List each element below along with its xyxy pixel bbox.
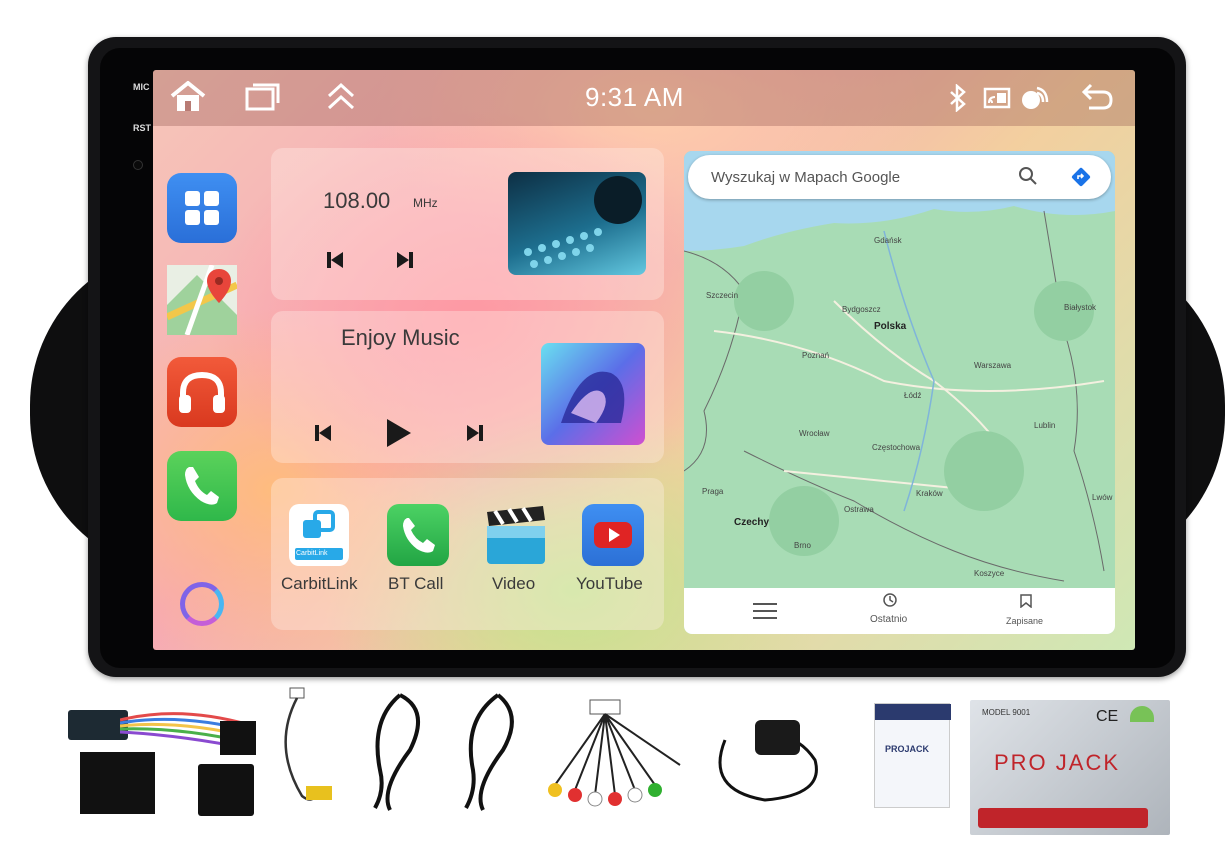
map-label: Częstochowa xyxy=(872,443,921,452)
screen-cast-icon[interactable] xyxy=(983,86,1011,115)
carbitlink-badge: CarbitLink xyxy=(296,550,328,557)
map-label: Łódź xyxy=(904,391,922,400)
map-label: Czechy xyxy=(734,517,770,528)
apps-grid-icon[interactable] xyxy=(167,173,237,243)
rst-label: RST xyxy=(133,123,151,133)
canbus-decoder xyxy=(68,710,128,740)
adapter-module xyxy=(80,752,155,814)
iso-connector xyxy=(198,764,254,816)
map-bottom-nav: Ostatnio Zapisane xyxy=(684,588,1115,634)
nav-saved-label[interactable]: Zapisane xyxy=(1006,616,1043,626)
box-brand: PRO JACK xyxy=(994,750,1121,775)
radio-artwork xyxy=(508,172,646,275)
next-station-icon[interactable] xyxy=(395,250,415,275)
carbitlink-icon[interactable]: CarbitLink xyxy=(289,504,349,566)
back-icon[interactable] xyxy=(1081,82,1115,117)
play-icon[interactable] xyxy=(385,417,413,454)
bluetooth-icon xyxy=(948,83,968,117)
bookmark-icon[interactable] xyxy=(1020,594,1032,613)
music-title: Enjoy Music xyxy=(341,325,460,350)
product-box: MODEL 9001 CE PRO JACK xyxy=(970,700,1170,835)
home-icon[interactable] xyxy=(169,80,207,119)
box-app-strip xyxy=(978,808,1148,828)
music-app-icon[interactable] xyxy=(167,357,237,427)
phone-icon[interactable] xyxy=(387,504,449,566)
map-label: Szczecin xyxy=(706,291,739,300)
voice-assistant-icon[interactable] xyxy=(180,582,224,626)
user-manual: PROJACK xyxy=(874,703,951,808)
gps-antenna xyxy=(718,720,818,802)
usb-cable-2 xyxy=(464,693,514,811)
shortcut-label: BT Call xyxy=(388,574,444,593)
map-label: Warszawa xyxy=(974,361,1012,370)
manual-brand: PROJACK xyxy=(885,744,930,754)
menu-icon[interactable] xyxy=(752,602,778,625)
map-label: Kraków xyxy=(916,489,943,498)
search-placeholder: Wyszukaj w Mapach Google xyxy=(711,169,901,186)
map-label: Poznań xyxy=(802,351,830,360)
map-search-bar[interactable]: Wyszukaj w Mapach Google xyxy=(688,155,1111,199)
usb-cable xyxy=(373,693,420,811)
phone-app-icon[interactable] xyxy=(167,451,237,521)
previous-track-icon[interactable] xyxy=(313,423,333,448)
music-artwork xyxy=(541,343,645,445)
radio-widget[interactable]: 108.00 MHz xyxy=(271,148,664,300)
map-label: Praga xyxy=(702,487,724,496)
search-icon[interactable] xyxy=(1018,166,1038,191)
map-canvas[interactable] xyxy=(684,151,1115,634)
head-unit-screen: 9:31 AM 108.00 MHz Enjoy Music CarbitLin… xyxy=(153,70,1135,650)
shortcut-label: Video xyxy=(492,574,536,593)
status-bar: 9:31 AM xyxy=(153,70,1135,126)
map-label: Lwów xyxy=(1092,493,1113,502)
map-label: Bydgoszcz xyxy=(842,305,881,314)
camera-cable xyxy=(284,687,332,801)
radio-frequency: 108.00 xyxy=(323,188,391,213)
music-widget[interactable]: Enjoy Music xyxy=(271,311,664,463)
clapperboard-icon[interactable] xyxy=(483,504,547,566)
map-label: Koszyce xyxy=(974,569,1005,578)
maps-app-icon[interactable] xyxy=(167,265,237,335)
map-widget[interactable]: Gdańsk Szczecin Bydgoszcz Polska Poznań … xyxy=(684,151,1115,634)
recent-apps-icon[interactable] xyxy=(245,82,281,117)
box-model: MODEL 9001 xyxy=(982,708,1031,717)
previous-station-icon[interactable] xyxy=(325,250,345,275)
chevron-up-icon[interactable] xyxy=(325,82,357,117)
map-label: Białystok xyxy=(1064,303,1097,312)
shortcuts-widget: CarbitLink CarbitLink BT Call Video YouT… xyxy=(271,478,664,630)
clock: 9:31 AM xyxy=(585,82,684,112)
rca-cable xyxy=(548,699,681,807)
shortcut-label: YouTube xyxy=(576,574,643,593)
wireless-link-icon[interactable] xyxy=(1019,82,1051,119)
product-photo: MIC RST 9:31 AM 108.00 MHz Enjoy Music C… xyxy=(0,0,1232,855)
next-track-icon[interactable] xyxy=(465,423,485,448)
map-label: Wrocław xyxy=(799,429,830,438)
history-icon[interactable] xyxy=(882,592,898,613)
map-label: Gdańsk xyxy=(874,236,902,245)
map-label: Brno xyxy=(794,541,811,550)
map-label: Ostrawa xyxy=(844,505,874,514)
hardware-button[interactable] xyxy=(133,160,143,170)
android-icon xyxy=(1130,706,1154,722)
nav-recent-label[interactable]: Ostatnio xyxy=(870,614,907,625)
map-label: Polska xyxy=(874,321,907,332)
youtube-icon[interactable] xyxy=(582,504,644,566)
mic-label: MIC xyxy=(133,82,150,92)
radio-unit: MHz xyxy=(413,196,438,210)
map-label: Lublin xyxy=(1034,421,1056,430)
ce-mark: CE xyxy=(1096,708,1119,725)
shortcut-label: CarbitLink xyxy=(281,574,358,593)
directions-icon[interactable] xyxy=(1070,166,1092,193)
